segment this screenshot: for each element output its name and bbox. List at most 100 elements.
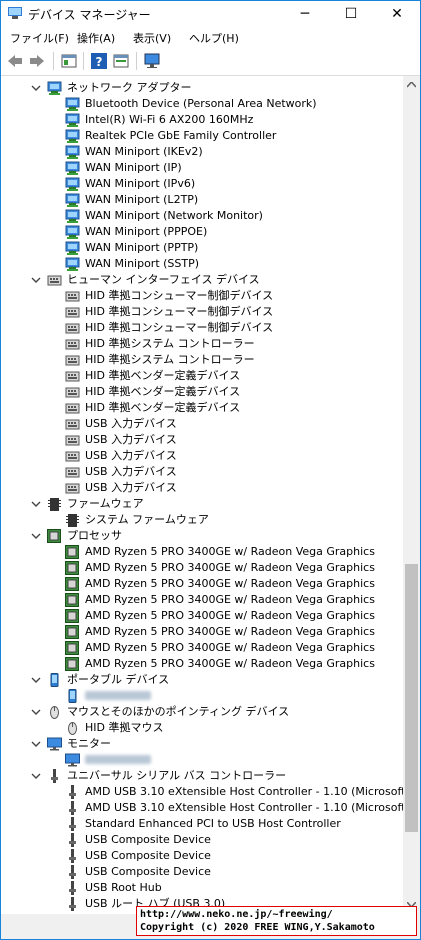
usb-icon — [69, 833, 76, 847]
tree-device[interactable]: HID 準拠コンシューマー制御デバイス — [1, 320, 401, 336]
tree-category[interactable]: ファームウェア — [1, 496, 401, 512]
cpu-icon — [65, 577, 79, 591]
tree-item-label: AMD Ryzen 5 PRO 3400GE w/ Radeon Vega Gr… — [85, 593, 375, 606]
chevron-down-icon[interactable] — [31, 707, 41, 717]
cpu-icon — [65, 561, 79, 575]
tree-device[interactable]: Standard Enhanced PCI to USB Host Contro… — [1, 816, 401, 832]
maximize-button[interactable]: ☐ — [328, 1, 374, 27]
chevron-down-icon[interactable] — [31, 675, 41, 685]
tree-item-label: HID 準拠ベンダー定義デバイス — [85, 401, 241, 414]
portable-icon — [50, 673, 59, 687]
tree-device[interactable]: AMD Ryzen 5 PRO 3400GE w/ Radeon Vega Gr… — [1, 592, 401, 608]
tree-category[interactable]: ユニバーサル シリアル バス コントローラー — [1, 768, 401, 784]
back-icon[interactable] — [6, 52, 24, 70]
tree-device[interactable]: WAN Miniport (IP) — [1, 160, 401, 176]
tree-item-label: HID 準拠システム コントローラー — [85, 337, 255, 350]
chevron-down-icon[interactable] — [31, 83, 41, 93]
device-tree[interactable]: ネットワーク アダプター Bluetooth Device (Personal A… — [1, 76, 403, 914]
tree-device[interactable]: AMD Ryzen 5 PRO 3400GE w/ Radeon Vega Gr… — [1, 640, 401, 656]
close-button[interactable]: ✕ — [374, 1, 420, 27]
usb-icon — [69, 897, 76, 911]
tree-category[interactable]: モニター — [1, 736, 401, 752]
vertical-scrollbar[interactable] — [403, 76, 420, 914]
tree-category[interactable]: ヒューマン インターフェイス デバイス — [1, 272, 401, 288]
chevron-down-icon[interactable] — [31, 275, 41, 285]
tree-device[interactable]: WAN Miniport (IPv6) — [1, 176, 401, 192]
tree-category[interactable]: プロセッサ — [1, 528, 401, 544]
network-icon — [65, 257, 80, 271]
chevron-down-icon[interactable] — [31, 771, 41, 781]
tree-device[interactable]: WAN Miniport (PPTP) — [1, 240, 401, 256]
tree-device[interactable]: USB 入力デバイス — [1, 464, 401, 480]
tree-category[interactable]: マウスとそのほかのポインティング デバイス — [1, 704, 401, 720]
tree-device[interactable]: HID 準拠システム コントローラー — [1, 352, 401, 368]
menu-view[interactable]: 表示(V) — [133, 30, 171, 46]
tree-device[interactable]: HID 準拠システム コントローラー — [1, 336, 401, 352]
tree-device[interactable]: Intel(R) Wi-Fi 6 AX200 160MHz — [1, 112, 401, 128]
tree-category[interactable]: ネットワーク アダプター — [1, 80, 401, 96]
tree-device[interactable]: WAN Miniport (L2TP) — [1, 192, 401, 208]
tree-device[interactable]: WAN Miniport (IKEv2) — [1, 144, 401, 160]
tree-device[interactable]: USB 入力デバイス — [1, 480, 401, 496]
view-icon[interactable] — [112, 52, 130, 70]
properties-icon[interactable] — [60, 52, 78, 70]
mouse-icon — [68, 722, 77, 735]
svg-text:?: ? — [96, 55, 103, 69]
network-icon — [65, 177, 80, 191]
tree-category[interactable]: ポータブル デバイス — [1, 672, 401, 688]
chevron-down-icon[interactable] — [31, 531, 41, 541]
tree-device[interactable]: USB Root Hub — [1, 880, 401, 896]
tree-device[interactable]: AMD Ryzen 5 PRO 3400GE w/ Radeon Vega Gr… — [1, 624, 401, 640]
tree-item-label: AMD Ryzen 5 PRO 3400GE w/ Radeon Vega Gr… — [85, 545, 375, 558]
tree-device[interactable]: AMD Ryzen 5 PRO 3400GE w/ Radeon Vega Gr… — [1, 576, 401, 592]
monitor-scan-icon[interactable] — [144, 52, 162, 70]
tree-device[interactable]: Bluetooth Device (Personal Area Network) — [1, 96, 401, 112]
tree-device[interactable]: WAN Miniport (SSTP) — [1, 256, 401, 272]
tree-device[interactable]: USB 入力デバイス — [1, 432, 401, 448]
tree-device[interactable]: HID 準拠ベンダー定義デバイス — [1, 400, 401, 416]
tree-device[interactable]: USB Composite Device — [1, 832, 401, 848]
tree-device[interactable]: USB 入力デバイス — [1, 416, 401, 432]
network-icon — [65, 145, 80, 159]
watermark-url: http://www.neko.ne.jp/~freewing/ — [140, 909, 333, 920]
tree-device[interactable]: AMD USB 3.10 eXtensible Host Controller … — [1, 784, 403, 800]
tree-device[interactable]: HID 準拠コンシューマー制御デバイス — [1, 288, 401, 304]
chevron-down-icon[interactable] — [31, 499, 41, 509]
tree-device[interactable]: HID 準拠コンシューマー制御デバイス — [1, 304, 401, 320]
menu-action[interactable]: 操作(A) — [77, 30, 115, 46]
chevron-down-icon[interactable] — [31, 739, 41, 749]
tree-device[interactable]: USB Composite Device — [1, 848, 401, 864]
tree-device[interactable]: WAN Miniport (Network Monitor) — [1, 208, 401, 224]
tree-device[interactable]: AMD Ryzen 5 PRO 3400GE w/ Radeon Vega Gr… — [1, 544, 401, 560]
toolbar-separator — [53, 52, 54, 70]
menu-file[interactable]: ファイル(F) — [10, 30, 69, 46]
scrollbar-thumb[interactable] — [405, 564, 418, 832]
menu-help[interactable]: ヘルプ(H) — [189, 30, 239, 46]
forward-icon[interactable] — [28, 52, 46, 70]
tree-device[interactable]: HID 準拠ベンダー定義デバイス — [1, 384, 401, 400]
tree-device[interactable] — [1, 752, 401, 768]
tree-device[interactable]: HID 準拠ベンダー定義デバイス — [1, 368, 401, 384]
tree-device[interactable]: システム ファームウェア — [1, 512, 401, 528]
tree-device[interactable]: Realtek PCIe GbE Family Controller — [1, 128, 401, 144]
scroll-up-icon[interactable] — [407, 82, 416, 88]
network-icon — [65, 225, 80, 239]
tree-device[interactable]: AMD Ryzen 5 PRO 3400GE w/ Radeon Vega Gr… — [1, 560, 401, 576]
cpu-icon — [65, 657, 79, 671]
tree-device[interactable] — [1, 688, 401, 704]
title-bar[interactable]: デバイス マネージャー ─ ☐ ✕ — [1, 1, 420, 27]
tree-device[interactable]: AMD USB 3.10 eXtensible Host Controller … — [1, 800, 403, 816]
help-icon[interactable]: ? — [90, 52, 108, 70]
usb-icon — [69, 881, 76, 895]
tree-item-label: USB Composite Device — [85, 833, 211, 846]
tree-device[interactable]: AMD Ryzen 5 PRO 3400GE w/ Radeon Vega Gr… — [1, 656, 401, 672]
tree-item-label: HID 準拠マウス — [85, 721, 164, 734]
tree-device[interactable]: WAN Miniport (PPPOE) — [1, 224, 401, 240]
hid-icon — [65, 403, 80, 414]
tree-device[interactable]: AMD Ryzen 5 PRO 3400GE w/ Radeon Vega Gr… — [1, 608, 401, 624]
tree-device[interactable]: USB 入力デバイス — [1, 448, 401, 464]
tree-item-label: WAN Miniport (IPv6) — [85, 177, 196, 190]
tree-device[interactable]: HID 準拠マウス — [1, 720, 401, 736]
minimize-button[interactable]: ─ — [282, 1, 328, 27]
tree-device[interactable]: USB Composite Device — [1, 864, 401, 880]
